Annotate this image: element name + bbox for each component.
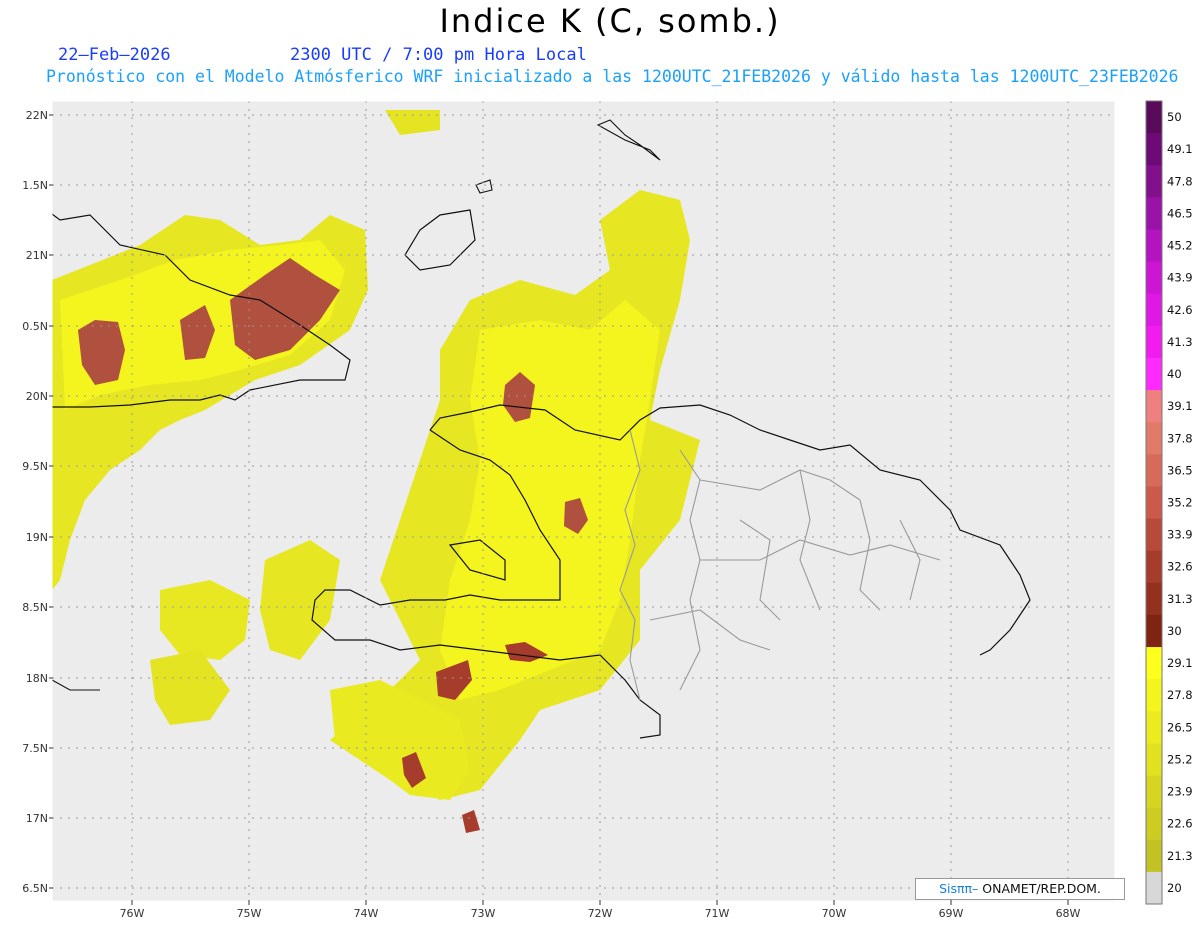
lon-tick-label: 69W	[939, 907, 964, 920]
colorbar-box	[1146, 807, 1162, 841]
colorbar-box	[1146, 582, 1162, 616]
colorbar-box	[1146, 101, 1162, 134]
colorbar-label: 40	[1167, 367, 1182, 381]
lat-tick-label: 18N	[26, 672, 48, 685]
lon-tick-label: 72W	[588, 907, 613, 920]
colorbar-label: 35.2	[1167, 496, 1193, 510]
colorbar: 50 49.1 47.8 46.5 45.2 43.9 42.6 41.3 40 39.1 37.8…	[1145, 100, 1193, 905]
lat-tick-label: 22N	[26, 109, 48, 122]
lat-tick-label: 6.5N	[22, 882, 48, 895]
lon-tick-label: 71W	[705, 907, 730, 920]
colorbar-label: 39.1	[1167, 399, 1193, 413]
lat-tick-label: 1.5N	[22, 179, 48, 192]
sispi-logo: Sisππ–	[939, 881, 979, 896]
lat-tick-label: 0.5N	[22, 320, 48, 333]
colorbar-box	[1146, 165, 1162, 198]
lon-tick-label: 74W	[354, 907, 379, 920]
colorbar-label: 26.5	[1167, 720, 1193, 734]
colorbar-label: 32.6	[1167, 560, 1193, 574]
colorbar-label: 33.9	[1167, 528, 1193, 542]
lon-tick-label: 73W	[471, 907, 496, 920]
credit-box: Sisππ– ONAMET/REP.DOM.	[915, 878, 1125, 900]
colorbar-box	[1146, 197, 1162, 230]
colorbar-label: 36.5	[1167, 463, 1193, 477]
colorbar-box	[1146, 422, 1162, 455]
colorbar-box	[1146, 871, 1162, 905]
map-canvas: 22N 1.5N 21N 0.5N 20N 9.5N 19N 8.5N 18N 7.5N 17N 6.…	[22, 100, 1193, 920]
colorbar-box	[1146, 614, 1162, 648]
colorbar-label: 45.2	[1167, 239, 1193, 253]
colorbar-label: 29.1	[1167, 656, 1193, 670]
colorbar-label: 37.8	[1167, 431, 1193, 445]
colorbar-box	[1146, 454, 1162, 487]
lon-tick-label: 76W	[120, 907, 145, 920]
colorbar-label: 21.3	[1167, 849, 1193, 863]
colorbar-box	[1146, 261, 1162, 295]
colorbar-label: 49.1	[1167, 142, 1193, 156]
lat-tick-label: 7.5N	[22, 742, 48, 755]
colorbar-box	[1146, 679, 1162, 712]
lat-tick-label: 20N	[26, 390, 48, 403]
colorbar-box	[1146, 229, 1162, 263]
colorbar-box	[1146, 839, 1162, 873]
colorbar-box	[1146, 775, 1162, 809]
colorbar-box	[1146, 325, 1162, 359]
lon-tick-label: 68W	[1056, 907, 1081, 920]
colorbar-box	[1146, 293, 1162, 327]
colorbar-label: 25.2	[1167, 752, 1193, 766]
lat-tick-label: 19N	[26, 531, 48, 544]
lat-tick-label: 8.5N	[22, 601, 48, 614]
colorbar-box	[1146, 743, 1162, 777]
colorbar-label: 30	[1167, 624, 1182, 638]
lon-tick-label: 75W	[237, 907, 262, 920]
colorbar-label: 22.6	[1167, 817, 1193, 831]
colorbar-box	[1146, 550, 1162, 584]
colorbar-box	[1146, 647, 1162, 680]
colorbar-label: 46.5	[1167, 206, 1193, 220]
lat-tick-label: 21N	[26, 249, 48, 262]
colorbar-box	[1146, 711, 1162, 744]
credit-org: ONAMET/REP.DOM.	[978, 881, 1101, 896]
lat-tick-label: 17N	[26, 812, 48, 825]
colorbar-box	[1146, 133, 1162, 166]
colorbar-label: 23.9	[1167, 785, 1193, 799]
lon-tick-label: 70W	[822, 907, 847, 920]
colorbar-label: 47.8	[1167, 174, 1193, 188]
colorbar-box	[1146, 357, 1162, 391]
lat-axis: 22N 1.5N 21N 0.5N 20N 9.5N 19N 8.5N 18N 7.5N 17N 6.…	[22, 109, 53, 895]
colorbar-label: 27.8	[1167, 688, 1193, 702]
colorbar-label: 50	[1167, 110, 1182, 124]
lat-tick-label: 9.5N	[22, 460, 48, 473]
colorbar-label: 31.3	[1167, 592, 1193, 606]
colorbar-label: 41.3	[1167, 335, 1193, 349]
lon-axis: 76W 75W 74W 73W 72W 71W 70W 69W 68W	[120, 900, 1081, 920]
colorbar-box	[1146, 486, 1162, 520]
colorbar-box	[1146, 518, 1162, 552]
colorbar-box	[1146, 390, 1162, 423]
colorbar-label: 43.9	[1167, 271, 1193, 285]
colorbar-label: 42.6	[1167, 303, 1193, 317]
colorbar-label: 20	[1167, 881, 1182, 895]
